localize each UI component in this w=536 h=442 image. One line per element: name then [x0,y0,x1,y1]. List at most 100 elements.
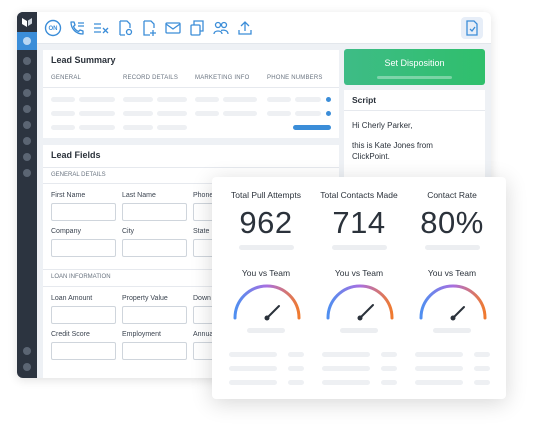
placeholder-bar [247,328,285,333]
script-card: Script Hi Cherly Parker, this is Kate Jo… [344,90,485,190]
sidebar-item[interactable] [23,73,31,81]
placeholder-bar [474,366,490,371]
tab-phone-numbers[interactable]: PHONE NUMBERS [267,75,323,81]
stat-label-contacts-made: Total Contacts Made [320,190,398,200]
placeholder-bar [157,111,187,116]
users-icon[interactable] [212,19,230,37]
placeholder-bar [415,366,463,371]
stats-card: Total Pull Attempts Total Contacts Made … [212,177,506,399]
copy-icon[interactable] [188,19,206,37]
sidebar-item[interactable] [23,153,31,161]
divider [43,167,339,168]
set-disposition-button[interactable]: Set Disposition [344,49,485,85]
gauge-contact-rate [419,284,487,321]
credit-score-label: Credit Score [51,331,90,338]
placeholder-bar [415,352,463,357]
placeholder-bar [123,97,153,102]
sidebar-item[interactable] [23,121,31,129]
first-name-label: First Name [51,192,86,199]
sidebar-item[interactable] [23,105,31,113]
placeholder-bar [288,380,304,385]
placeholder-bar [229,380,277,385]
sidebar-item[interactable] [23,169,31,177]
placeholder-bar [223,111,257,116]
set-disposition-label: Set Disposition [384,58,445,68]
tab-record-details[interactable]: RECORD DETAILS [123,75,178,81]
loan-amount-field[interactable] [51,306,116,324]
phone-status-dot [326,97,331,102]
lead-summary-card: Lead Summary GENERAL RECORD DETAILS MARK… [43,50,339,138]
placeholder-bar [381,380,397,385]
checklist-icon[interactable] [92,19,110,37]
gauge-pull-attempts [233,284,301,321]
sidebar-item-active[interactable] [17,32,37,50]
placeholder-bar [381,366,397,371]
general-details-label: GENERAL DETAILS [51,172,106,178]
last-name-field[interactable] [122,203,187,221]
placeholder-bar [340,328,378,333]
sidebar-item[interactable] [23,137,31,145]
upload-icon[interactable] [236,19,254,37]
sidebar-item[interactable] [23,363,31,371]
placeholder-bar [425,245,480,250]
phone-label: Phone [193,192,214,199]
placeholder-bar [223,97,257,102]
tab-marketing-info[interactable]: MARKETING INFO [195,75,249,81]
toolbar: ON [37,12,491,44]
sidebar-item[interactable] [23,89,31,97]
placeholder-bar [123,111,153,116]
stat-value-contact-rate: 80% [420,205,484,240]
stat-value-pull-attempts: 962 [239,205,293,240]
city-label: City [122,228,135,235]
sidebar-dot-icon [23,37,31,45]
placeholder-bar [267,97,291,102]
placeholder-bar [195,111,219,116]
placeholder-bar [51,97,75,102]
placeholder-bar [332,245,387,250]
svg-text:ON: ON [49,26,58,32]
script-line-2: ClickPoint. [352,152,390,161]
property-value-field[interactable] [122,306,187,324]
employment-field[interactable] [122,342,187,360]
phone-list-icon[interactable] [68,19,86,37]
document-icon [466,20,478,36]
placeholder-bar [239,245,294,250]
placeholder-bar [322,366,370,371]
annual-label: Annua [193,331,214,338]
app-logo [17,12,37,32]
lead-summary-tabs: GENERAL RECORD DETAILS MARKETING INFO PH… [43,70,339,88]
disposition-underline [377,76,452,79]
first-name-field[interactable] [51,203,116,221]
mail-icon[interactable] [164,19,182,37]
loan-information-label: LOAN INFORMATION [51,274,111,280]
placeholder-bar [322,380,370,385]
sidebar [17,12,37,378]
placeholder-bar [51,111,75,116]
loan-amount-label: Loan Amount [51,295,93,302]
city-field[interactable] [122,239,187,257]
document-settings-icon[interactable] [116,19,134,37]
sidebar-item[interactable] [23,347,31,355]
company-field[interactable] [51,239,116,257]
placeholder-bar [288,366,304,371]
phone-status-dot [326,111,331,116]
sidebar-item[interactable] [23,57,31,65]
document-button[interactable] [461,17,483,39]
script-line-1: this is Kate Jones from [352,141,433,150]
lead-summary-title: Lead Summary [51,55,116,65]
stage: ON Lead Summary GENERAL RECORD DETAILS M… [0,0,536,442]
placeholder-bar [195,97,219,102]
placeholder-bar [79,97,115,102]
placeholder-bar [157,125,187,130]
credit-score-field[interactable] [51,342,116,360]
on-icon[interactable]: ON [44,19,62,37]
placeholder-bar [381,352,397,357]
document-add-icon[interactable] [140,19,158,37]
last-name-label: Last Name [122,192,156,199]
placeholder-bar [295,111,321,116]
placeholder-bar [229,366,277,371]
placeholder-bar [51,125,75,130]
vs-team-label: You vs Team [334,268,384,278]
stat-value-contacts-made: 714 [332,205,386,240]
tab-general[interactable]: GENERAL [51,75,81,81]
